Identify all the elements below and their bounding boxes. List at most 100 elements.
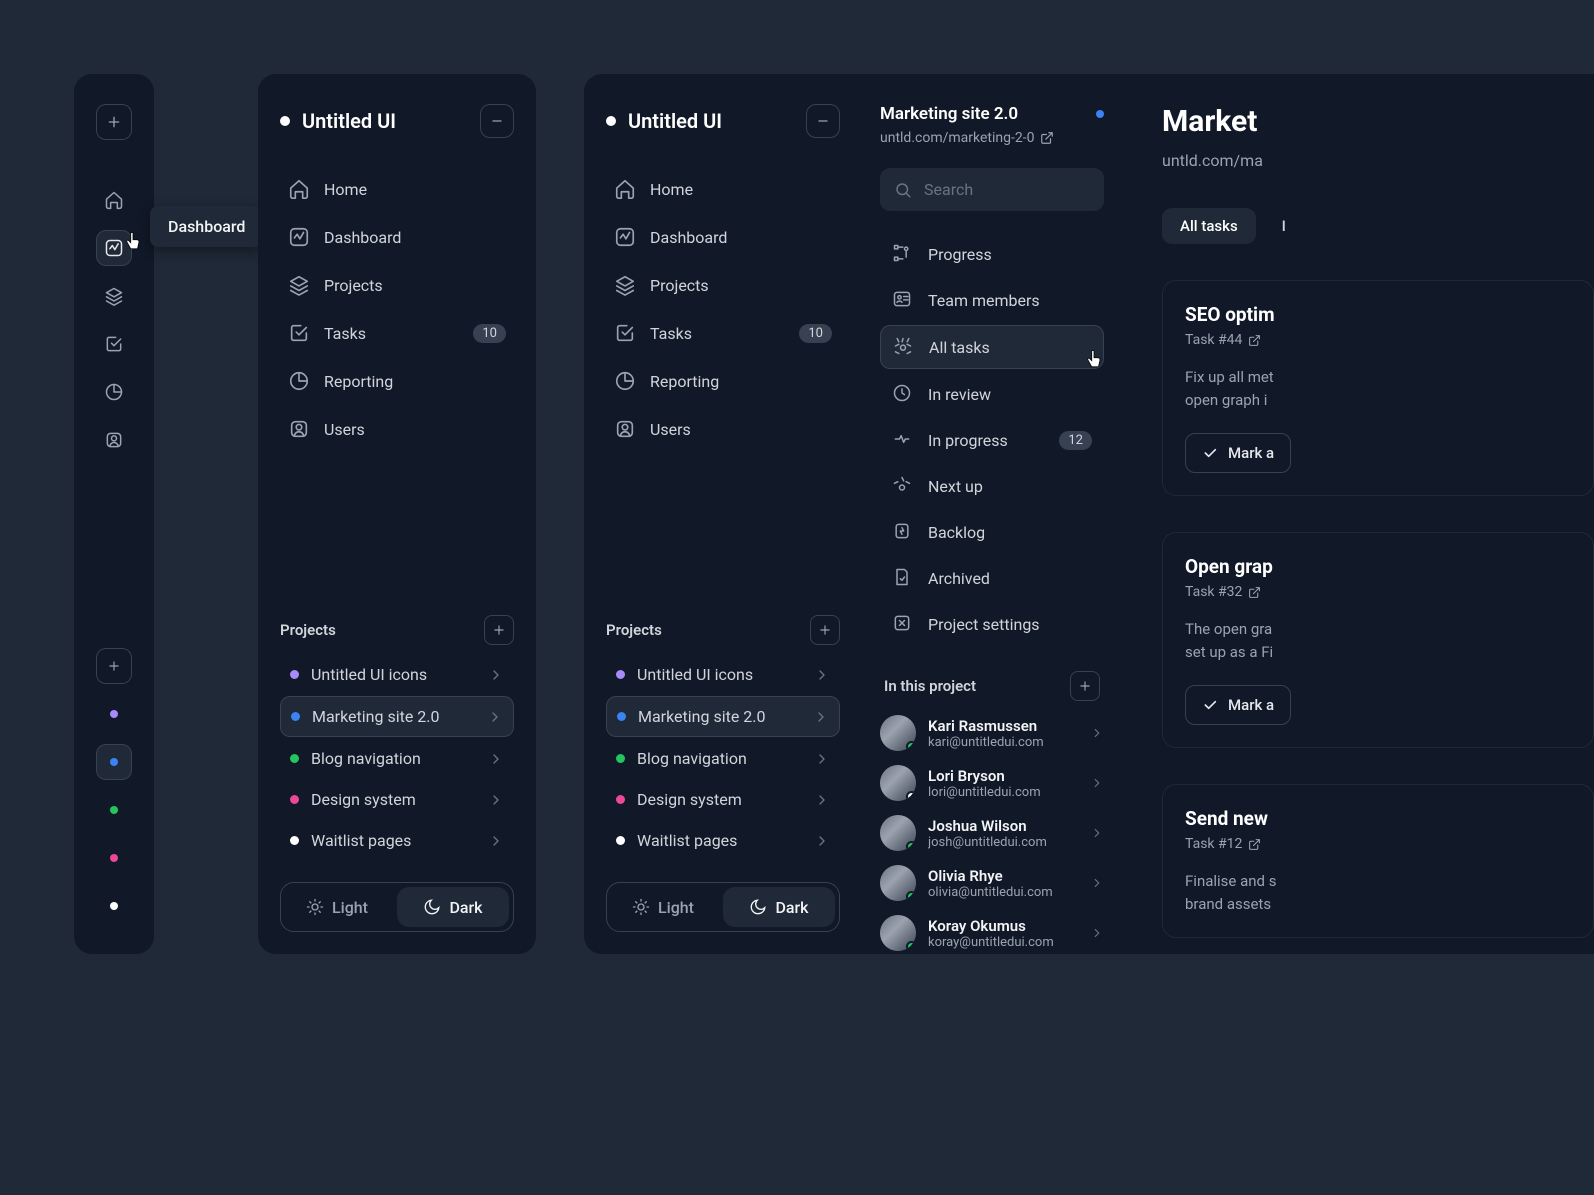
tab[interactable]: All tasks <box>1162 208 1256 244</box>
theme-light[interactable]: Light <box>607 883 719 931</box>
project-item[interactable]: Waitlist pages <box>280 821 514 860</box>
nav-tasks[interactable]: Tasks10 <box>280 312 514 354</box>
mark-complete-button[interactable]: Mark a <box>1185 685 1291 725</box>
rail-project-dot-2[interactable] <box>96 792 132 828</box>
nav-reporting[interactable]: Reporting <box>606 360 840 402</box>
check-square-icon <box>104 334 124 354</box>
task-number[interactable]: Task #44 <box>1185 332 1593 348</box>
chevron-right-icon <box>1090 926 1104 940</box>
project-item[interactable]: Waitlist pages <box>606 821 840 860</box>
primary-nav: Home Dashboard Projects Tasks10 Reporting Use… <box>280 168 514 450</box>
rail-tasks[interactable] <box>96 326 132 362</box>
theme-light[interactable]: Light <box>281 883 393 931</box>
nav-home[interactable]: Home <box>606 168 840 210</box>
subnav-backlog[interactable]: Backlog <box>880 511 1104 553</box>
subnav-label: Progress <box>928 245 1092 264</box>
nav-projects[interactable]: Projects <box>280 264 514 306</box>
people-heading-label: In this project <box>884 677 976 695</box>
person-row[interactable]: Kari Rasmussenkari@untitledui.com <box>880 715 1104 751</box>
subnav-archived[interactable]: Archived <box>880 557 1104 599</box>
add-person-button[interactable] <box>1070 671 1100 701</box>
collapse-button[interactable] <box>480 104 514 138</box>
project-item[interactable]: Marketing site 2.0 <box>280 696 514 737</box>
subpanel-url[interactable]: untld.com/marketing-2-0 <box>880 130 1104 146</box>
theme-dark[interactable]: Dark <box>397 887 509 927</box>
subnav-label: In review <box>928 385 1092 404</box>
theme-dark-label: Dark <box>449 898 482 917</box>
mark-complete-button[interactable]: Mark a <box>1185 433 1291 473</box>
project-item[interactable]: Design system <box>280 780 514 819</box>
tasks-icon <box>614 322 636 344</box>
subnav-all-tasks[interactable]: All tasks <box>880 325 1104 369</box>
project-label: Blog navigation <box>311 749 476 768</box>
sun-icon <box>306 898 324 916</box>
subnav-next-up[interactable]: Next up <box>880 465 1104 507</box>
rail-dashboard[interactable] <box>96 230 132 266</box>
nav-users[interactable]: Users <box>280 408 514 450</box>
dot-icon <box>290 795 299 804</box>
person-row[interactable]: Olivia Rhyeolivia@untitledui.com <box>880 865 1104 901</box>
project-item[interactable]: Blog navigation <box>280 739 514 778</box>
dot-icon <box>110 758 118 766</box>
subnav-icon <box>892 613 914 635</box>
nav-label: Users <box>650 420 832 439</box>
subnav-icon <box>892 567 914 589</box>
pie-chart-icon <box>104 382 124 402</box>
task-card[interactable]: Open grap Task #32 The open graset up as… <box>1162 532 1594 748</box>
rail-users[interactable] <box>96 422 132 458</box>
user-icon <box>104 430 124 450</box>
subnav-label: Next up <box>928 477 1092 496</box>
rail-project-dot-4[interactable] <box>96 888 132 924</box>
subnav-team-members[interactable]: Team members <box>880 279 1104 321</box>
tab[interactable]: I <box>1264 208 1304 244</box>
add-project-button[interactable] <box>96 648 132 684</box>
rail-project-dot-3[interactable] <box>96 840 132 876</box>
project-item[interactable]: Design system <box>606 780 840 819</box>
add-project-button[interactable] <box>810 615 840 645</box>
rail-home[interactable] <box>96 182 132 218</box>
person-row[interactable]: Joshua Wilsonjosh@untitledui.com <box>880 815 1104 851</box>
home-icon <box>614 178 636 200</box>
project-item[interactable]: Blog navigation <box>606 739 840 778</box>
person-row[interactable]: Lori Brysonlori@untitledui.com <box>880 765 1104 801</box>
subnav-in-review[interactable]: In review <box>880 373 1104 415</box>
collapse-button[interactable] <box>806 104 840 138</box>
task-number[interactable]: Task #12 <box>1185 836 1593 852</box>
nav-users[interactable]: Users <box>606 408 840 450</box>
rail-project-dot-1[interactable] <box>96 744 132 780</box>
task-card[interactable]: SEO optim Task #44 Fix up all metopen gr… <box>1162 280 1594 496</box>
subnav-in-progress[interactable]: In progress12 <box>880 419 1104 461</box>
nav-label: Reporting <box>324 372 506 391</box>
add-project-button[interactable] <box>484 615 514 645</box>
nav-home[interactable]: Home <box>280 168 514 210</box>
rail-reporting[interactable] <box>96 374 132 410</box>
nav-label: Projects <box>650 276 832 295</box>
subnav-progress[interactable]: Progress <box>880 233 1104 275</box>
nav-dashboard[interactable]: Dashboard <box>606 216 840 258</box>
nav-reporting[interactable]: Reporting <box>280 360 514 402</box>
project-item[interactable]: Untitled UI icons <box>280 655 514 694</box>
rail-project-dot-0[interactable] <box>96 696 132 732</box>
task-number[interactable]: Task #32 <box>1185 584 1593 600</box>
subnav-project-settings[interactable]: Project settings <box>880 603 1104 645</box>
chevron-right-icon <box>814 792 830 808</box>
task-card[interactable]: Send new Task #12 Finalise and sbrand as… <box>1162 784 1594 938</box>
nav-dashboard[interactable]: Dashboard <box>280 216 514 258</box>
rail-projects[interactable] <box>96 278 132 314</box>
home-icon <box>288 178 310 200</box>
nav-tasks[interactable]: Tasks10 <box>606 312 840 354</box>
theme-dark[interactable]: Dark <box>723 887 835 927</box>
project-item[interactable]: Untitled UI icons <box>606 655 840 694</box>
dot-icon <box>290 754 299 763</box>
nav-projects[interactable]: Projects <box>606 264 840 306</box>
search-placeholder: Search <box>924 180 973 199</box>
chevron-right-icon <box>488 833 504 849</box>
project-item[interactable]: Marketing site 2.0 <box>606 696 840 737</box>
new-button[interactable] <box>96 104 132 140</box>
chevron-right-icon <box>487 709 503 725</box>
page-url[interactable]: untld.com/ma <box>1162 151 1594 170</box>
person-row[interactable]: Koray Okumuskoray@untitledui.com <box>880 915 1104 951</box>
search-input[interactable]: Search <box>880 168 1104 211</box>
search-icon <box>894 181 912 199</box>
page-title: Market <box>1162 104 1594 139</box>
